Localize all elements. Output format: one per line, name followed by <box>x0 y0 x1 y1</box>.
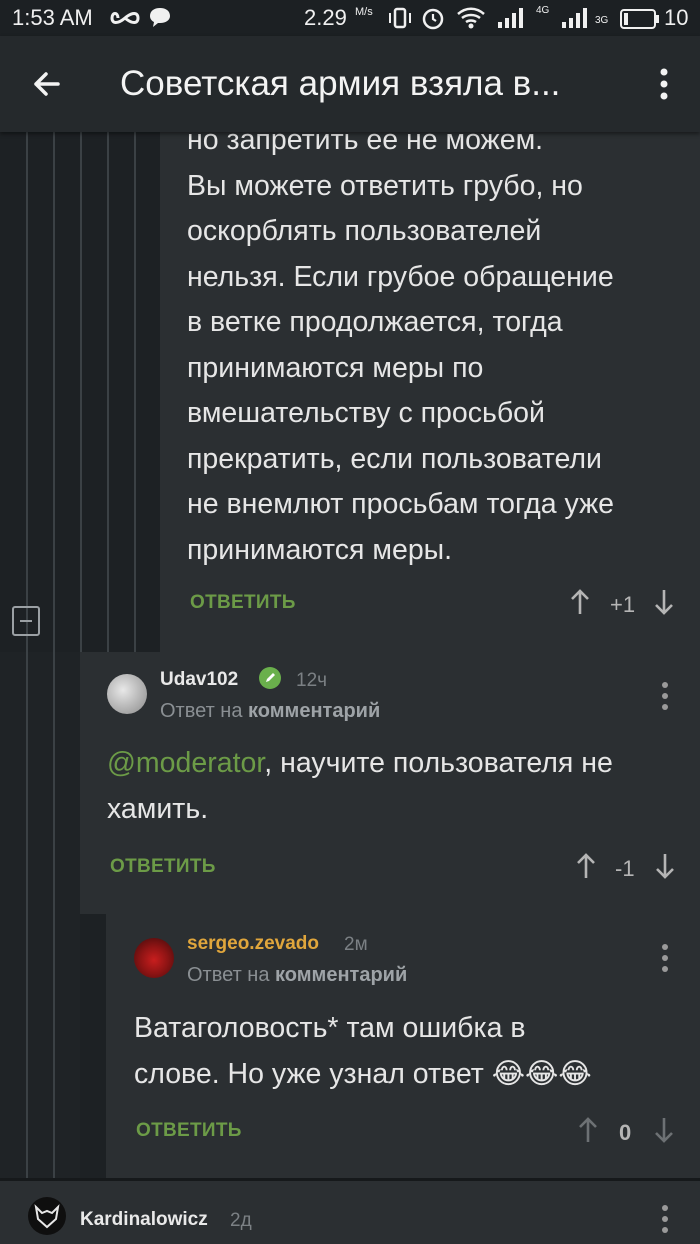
comment-body: но запретить ее не можем. Вы можете отве… <box>187 118 697 573</box>
vote-down-icon[interactable] <box>652 1116 676 1144</box>
reply-to-line: Ответ на комментарий <box>160 700 380 723</box>
comment-card: sergeo.zevado 2м Ответ на комментарий Ва… <box>106 914 700 1178</box>
reply-to-line: Ответ на комментарий <box>187 964 407 987</box>
comment-line: принимаются меры. <box>187 533 453 566</box>
parent-comment-link[interactable]: комментарий <box>248 700 380 722</box>
thread-line <box>26 132 28 1178</box>
comment-line: хамить. <box>107 792 209 825</box>
comment-menu-icon[interactable] <box>660 680 670 716</box>
alarm-icon <box>422 8 444 30</box>
comment-body: @moderator, научите пользователя не хами… <box>107 741 687 832</box>
comment-score: +1 <box>610 592 636 617</box>
comment-body: Ватаголовость* там ошибка в слове. Но уж… <box>134 1006 694 1097</box>
infinity-icon <box>110 12 140 24</box>
chat-bubble-icon <box>150 8 170 27</box>
thread-line <box>53 132 55 1178</box>
comment-menu-icon[interactable] <box>660 942 670 978</box>
status-time: 1:53 AM <box>12 5 93 30</box>
comment-time: 2д <box>230 1210 252 1231</box>
signal-icon-1 <box>498 8 523 28</box>
status-speed: 2.29 <box>304 5 347 30</box>
battery-level: 10 <box>664 5 689 30</box>
network-type-2: 3G <box>595 15 609 26</box>
reply-to-prefix: Ответ на <box>160 700 243 722</box>
comment-line: Вы можете ответить грубо, но <box>187 169 583 202</box>
vote-up-icon[interactable] <box>576 1116 600 1144</box>
author-name[interactable]: Kardinalowicz <box>80 1209 208 1231</box>
comment-line: в ветке продолжается, тогда <box>187 306 563 338</box>
vibrate-icon <box>389 7 411 29</box>
thread-line <box>134 132 136 652</box>
comment-card: но запретить ее не можем. Вы можете отве… <box>160 124 700 652</box>
comment-line: @moderator, научите пользователя не <box>107 741 687 787</box>
avatar[interactable] <box>28 1197 66 1235</box>
app-bar: Советская армия взяла в... <box>0 36 700 132</box>
wifi-icon <box>457 7 485 29</box>
page-title: Советская армия взяла в... <box>120 64 561 103</box>
comment-line: нельзя. Если грубое обращение <box>187 260 614 293</box>
thread-indent-area <box>80 914 106 1178</box>
author-name[interactable]: sergeo.zevado <box>187 933 319 955</box>
parent-comment-link[interactable]: комментарий <box>275 964 407 986</box>
comment-line: принимаются меры по <box>187 351 484 384</box>
reply-to-prefix: Ответ на <box>187 964 270 986</box>
more-vert-icon[interactable] <box>650 64 678 104</box>
collapse-thread-button[interactable] <box>12 606 40 636</box>
comment-time: 12ч <box>296 670 328 691</box>
comment-card: Kardinalowicz 2д <box>0 1181 700 1244</box>
vote-up-icon[interactable] <box>568 588 592 616</box>
comment-score: 0 <box>619 1120 632 1145</box>
status-speed-unit: M/s <box>355 6 373 18</box>
comment-text: , научите пользователя не <box>264 747 613 779</box>
thread-line <box>107 132 109 652</box>
vote-down-icon[interactable] <box>653 852 677 880</box>
comment-line: оскорблять пользователей <box>187 215 542 247</box>
reply-button[interactable]: ОТВЕТИТЬ <box>136 1120 242 1142</box>
comment-line: прекратить, если пользователи <box>187 442 602 475</box>
reply-button[interactable]: ОТВЕТИТЬ <box>110 856 216 878</box>
status-bar: 1:53 AM 2.29 M/s 4G 3G 10 <box>0 0 700 36</box>
comment-line: слове. Но уже узнал ответ 😂😂😂 <box>134 1052 694 1098</box>
vote-down-icon[interactable] <box>652 588 676 616</box>
author-name[interactable]: Udav102 <box>160 669 238 691</box>
verified-pencil-icon <box>259 667 281 689</box>
user-mention-link[interactable]: @moderator <box>107 747 264 779</box>
comment-text: слове. Но уже узнал ответ <box>134 1057 484 1090</box>
back-arrow-icon[interactable] <box>24 60 72 108</box>
comment-line: Ватаголовость* там ошибка в <box>134 1012 526 1044</box>
thread-line <box>80 132 82 652</box>
comment-time: 2м <box>344 934 368 955</box>
signal-icon-2 <box>562 8 587 28</box>
comment-score: -1 <box>615 856 635 881</box>
comment-line: вмешательству с просьбой <box>187 397 545 429</box>
avatar[interactable] <box>134 938 174 978</box>
avatar[interactable] <box>107 674 147 714</box>
vote-up-icon[interactable] <box>574 852 598 880</box>
network-type-1: 4G <box>536 5 550 16</box>
battery-icon <box>620 9 659 29</box>
comment-line: не внемлют просьбам тогда уже <box>187 488 615 520</box>
comment-card: Udav102 12ч Ответ на комментарий @modera… <box>80 652 700 914</box>
fox-icon <box>34 1204 60 1229</box>
reply-button[interactable]: ОТВЕТИТЬ <box>190 592 296 614</box>
laughing-emoji-icon: 😂😂😂 <box>491 1057 592 1090</box>
collapse-icon <box>20 620 32 622</box>
comment-menu-icon[interactable] <box>660 1203 670 1239</box>
